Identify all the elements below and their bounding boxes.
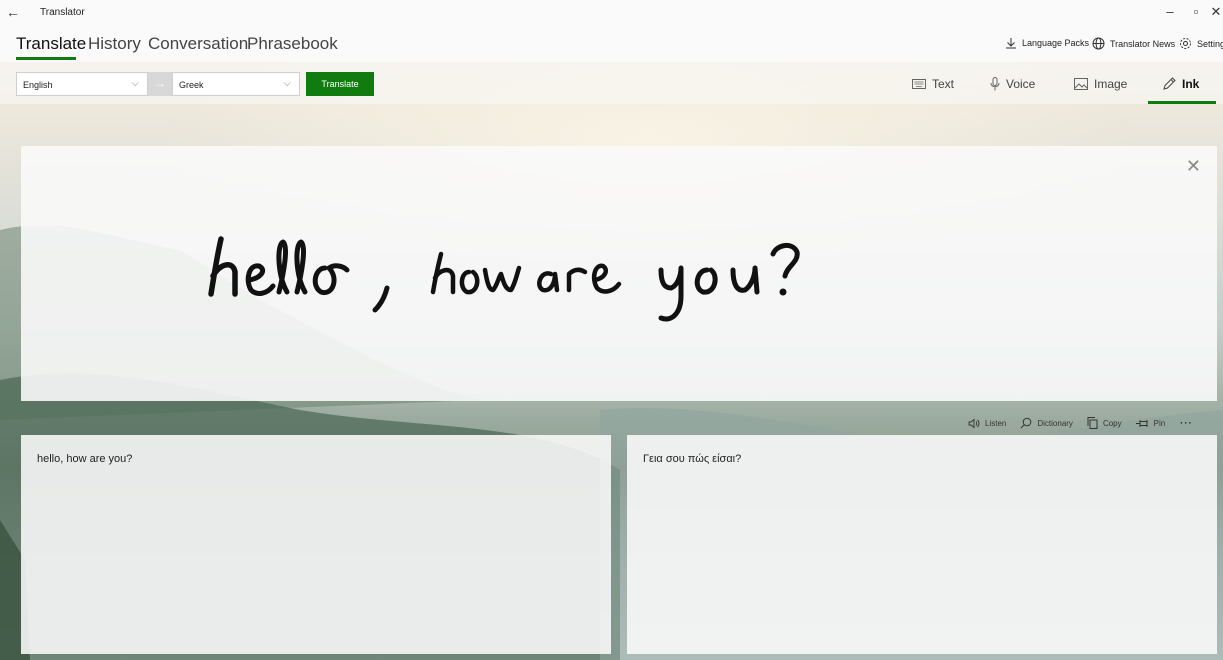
tab-conversation[interactable]: Conversation <box>148 34 248 54</box>
window-title: Translator <box>40 7 85 18</box>
mode-text[interactable]: Text <box>912 77 954 91</box>
restore-button[interactable]: ▫ <box>1186 4 1206 19</box>
mode-image[interactable]: Image <box>1074 77 1127 91</box>
tab-phrasebook[interactable]: Phrasebook <box>247 34 338 54</box>
target-language-value: Greek <box>179 80 204 90</box>
listen-label: Listen <box>985 418 1007 428</box>
mode-image-label: Image <box>1094 77 1128 91</box>
mode-voice[interactable]: Voice <box>990 77 1035 91</box>
listen-button[interactable]: Listen <box>968 418 1006 429</box>
mode-ink[interactable]: Ink <box>1162 77 1199 91</box>
ink-canvas[interactable]: ✕ <box>21 146 1217 401</box>
globe-icon <box>1092 37 1105 50</box>
mode-voice-label: Voice <box>1006 77 1036 91</box>
search-icon <box>1021 417 1032 429</box>
settings-label: Settings <box>1197 38 1223 49</box>
mode-text-label: Text <box>932 77 955 91</box>
dictionary-button[interactable]: Dictionary <box>1020 417 1073 429</box>
handwriting-ink <box>208 236 800 322</box>
active-mode-indicator <box>1148 101 1216 104</box>
target-language-select[interactable]: Greek ⌵ <box>172 72 300 96</box>
active-tab-indicator <box>16 57 76 60</box>
copy-button[interactable]: Copy <box>1087 417 1122 429</box>
tab-history[interactable]: History <box>88 34 141 54</box>
translated-text: Γεια σου πώς είσαι? <box>643 453 742 465</box>
arrow-right-icon: → <box>148 72 172 96</box>
chevron-down-icon: ⌵ <box>131 78 139 89</box>
pin-button[interactable]: Pin <box>1135 418 1166 428</box>
back-arrow-icon[interactable]: ← <box>6 4 20 20</box>
translator-news-label: Translator News <box>1110 38 1176 49</box>
source-text: hello, how are you? <box>37 453 133 465</box>
pin-label: Pin <box>1153 418 1166 428</box>
chevron-down-icon: ⌵ <box>283 78 291 89</box>
source-language-select[interactable]: English ⌵ <box>16 72 148 96</box>
translate-button[interactable]: Translate <box>306 72 374 96</box>
more-options-icon[interactable]: ⋯ <box>1179 415 1193 431</box>
pin-icon <box>1135 419 1148 427</box>
copy-icon <box>1087 417 1098 429</box>
title-bar: ← Translator – ▫ ✕ <box>0 0 1223 26</box>
output-toolbar: Listen Dictionary Copy Pin ⋯ <box>968 412 1193 434</box>
translation-panel: Γεια σου πώς είσαι? <box>627 435 1217 654</box>
image-icon <box>1074 78 1088 90</box>
keyboard-icon <box>912 79 926 89</box>
pen-icon <box>1163 77 1176 90</box>
close-window-button[interactable]: ✕ <box>1206 4 1223 20</box>
language-packs-link[interactable]: Language Packs <box>1005 37 1089 49</box>
speaker-icon <box>968 418 980 428</box>
top-navigation: Translate History Conversation Phraseboo… <box>0 26 1223 62</box>
language-packs-label: Language Packs <box>1022 38 1090 48</box>
mode-ink-label: Ink <box>1182 77 1200 91</box>
minimize-button[interactable]: – <box>1160 4 1180 19</box>
source-language-value: English <box>23 80 53 90</box>
microphone-icon <box>990 77 1000 91</box>
dictionary-label: Dictionary <box>1037 418 1073 428</box>
gear-icon <box>1180 38 1191 49</box>
settings-link[interactable]: Settings <box>1179 37 1223 50</box>
download-icon <box>1006 38 1016 49</box>
source-text-panel[interactable]: hello, how are you? <box>21 435 611 654</box>
translator-news-link[interactable]: Translator News <box>1092 37 1175 50</box>
copy-label: Copy <box>1102 418 1122 428</box>
tab-translate[interactable]: Translate <box>16 34 86 54</box>
